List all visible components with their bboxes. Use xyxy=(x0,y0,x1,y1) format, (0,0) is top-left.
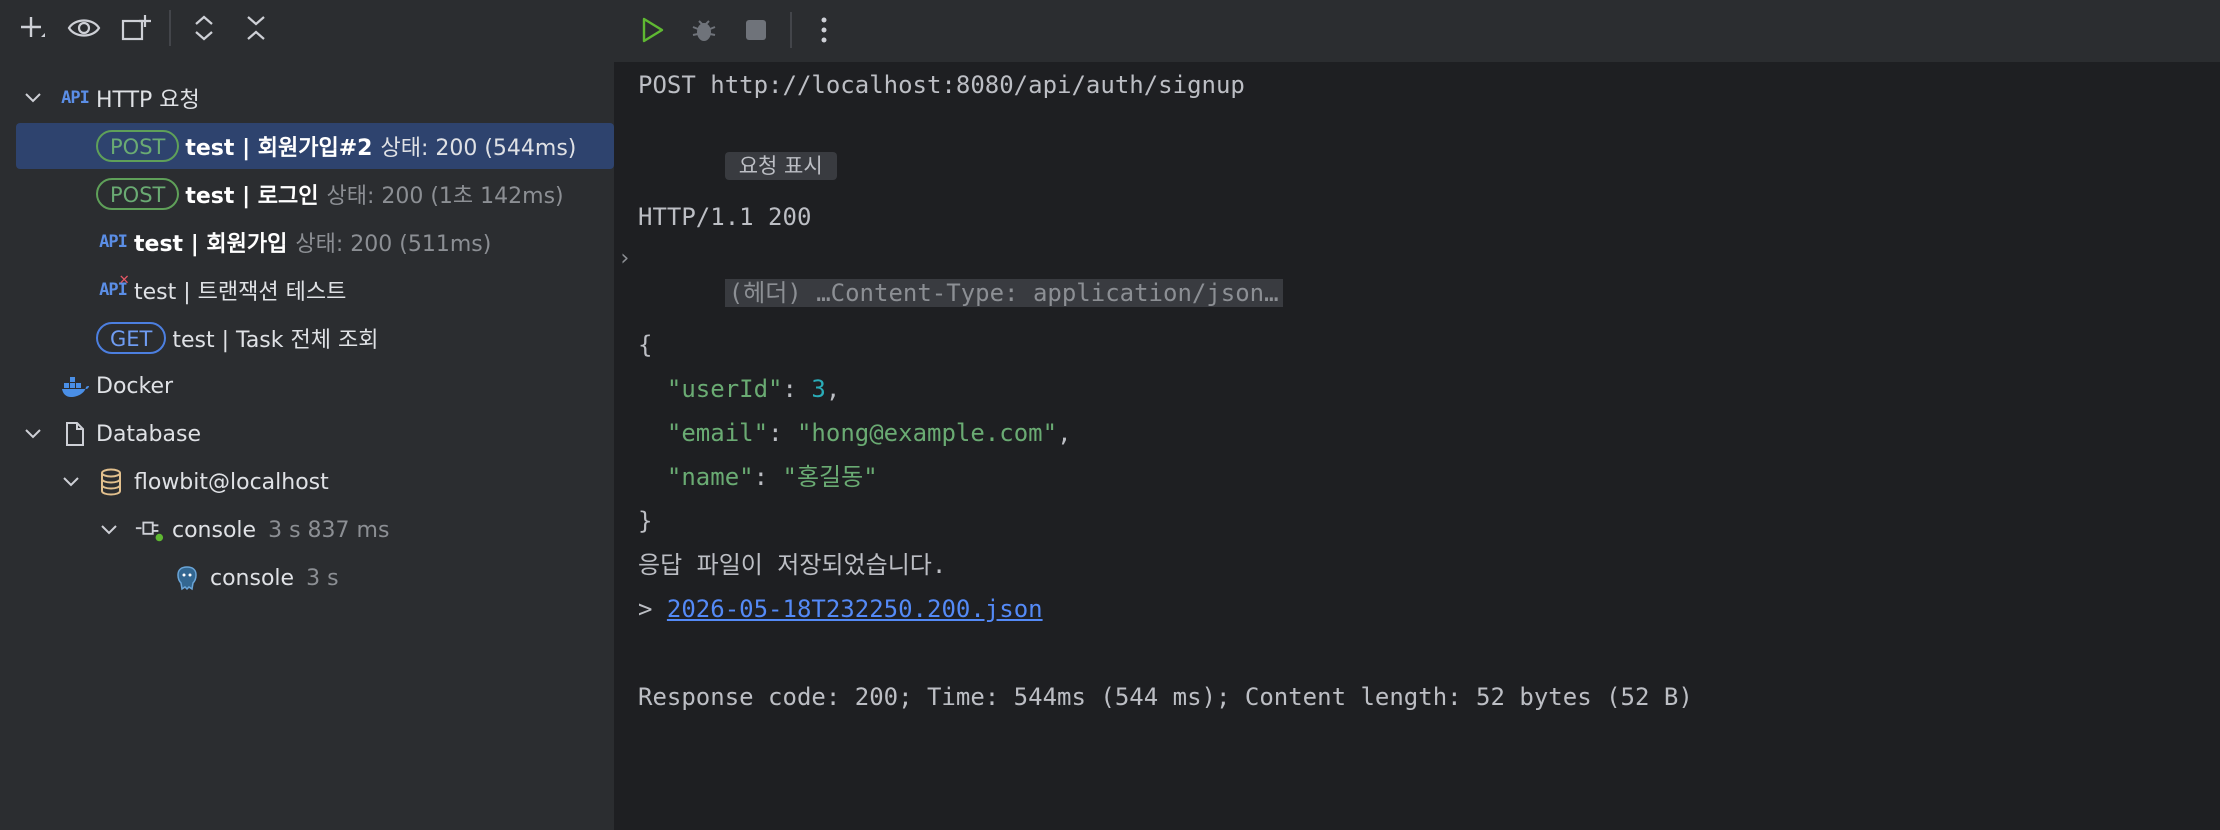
response-summary: Response code: 200; Time: 544ms (544 ms)… xyxy=(638,683,1693,711)
file-icon xyxy=(60,419,90,449)
headers-row[interactable]: (헤더) …Content-Type: application/json… xyxy=(638,242,1283,307)
chevron-down-icon[interactable] xyxy=(22,423,44,445)
json-line-email: "email": "hong@example.com", xyxy=(666,419,1072,447)
request-label: test | 회원가입 상태: 200 (511ms) xyxy=(134,226,491,258)
tree-node-docker[interactable]: Docker xyxy=(0,363,614,409)
tree-node-database[interactable]: Database xyxy=(0,411,614,457)
request-label: POST test | 회원가입#2 상태: 200 (544ms) xyxy=(96,130,576,162)
add-icon[interactable] xyxy=(14,10,50,46)
tree-node-label: Database xyxy=(96,421,201,447)
collapse-all-icon[interactable] xyxy=(238,10,274,46)
stop-icon[interactable] xyxy=(738,12,774,48)
json-open-brace: { xyxy=(638,331,653,359)
services-toolbar xyxy=(0,0,614,56)
tree-node-console-session[interactable]: console 3 s 837 ms xyxy=(0,507,614,553)
status-line: HTTP/1.1 200 xyxy=(638,203,812,231)
response-panel: POST http://localhost:8080/api/auth/sign… xyxy=(614,0,2220,830)
tree-node-label: Docker xyxy=(96,373,174,399)
debug-icon[interactable] xyxy=(686,12,722,48)
chevron-down-icon[interactable] xyxy=(60,471,82,493)
tree-node-label: flowbit@localhost xyxy=(134,469,329,495)
services-panel: API HTTP 요청 POST test | 회원가입#2 상태: 200 (… xyxy=(0,0,614,830)
request-status: 상태: 200 (544ms) xyxy=(380,136,577,161)
request-name: test | 트랜잭션 테스트 xyxy=(134,280,347,305)
tree-node-label: console xyxy=(210,565,295,591)
json-key: "name" xyxy=(666,463,754,491)
toolbar-separator xyxy=(790,12,792,48)
tree-item-request[interactable]: API test | 회원가입 상태: 200 (511ms) xyxy=(0,219,614,265)
session-plug-icon xyxy=(134,515,164,545)
saved-message: 응답 파일이 저장되었습니다. xyxy=(638,551,947,579)
tree-node-datasource[interactable]: flowbit@localhost xyxy=(0,459,614,505)
saved-file-link[interactable]: 2026-05-18T232250.200.json xyxy=(667,595,1043,623)
tree-node-label: HTTP 요청 xyxy=(96,88,200,113)
chevron-down-icon[interactable] xyxy=(98,519,120,541)
tree-node-console[interactable]: console 3 s xyxy=(0,555,614,601)
request-name: test | 로그인 xyxy=(185,184,319,209)
request-label: POST test | 로그인 상태: 200 (1초 142ms) xyxy=(96,178,564,210)
request-status: 상태: 200 (1초 142ms) xyxy=(326,184,564,209)
method-badge-post: POST xyxy=(96,178,180,210)
show-request-button[interactable]: 요청 표시 xyxy=(724,152,837,180)
saved-file-row: > 2026-05-18T232250.200.json xyxy=(638,592,1043,626)
request-label: test | 트랜잭션 테스트 xyxy=(134,274,346,306)
eye-icon[interactable] xyxy=(66,10,102,46)
json-key: "userId" xyxy=(666,375,783,403)
method-badge-get: GET xyxy=(96,322,167,354)
console-session-time: 3 s 837 ms xyxy=(268,517,390,543)
new-window-icon[interactable] xyxy=(118,10,154,46)
expand-all-icon[interactable] xyxy=(186,10,222,46)
request-label: GET test | Task 전체 조회 xyxy=(96,322,378,354)
request-name: test | 회원가입#2 xyxy=(185,136,373,161)
json-line-name: "name": "홍길동" xyxy=(666,463,878,491)
database-icon xyxy=(96,467,126,497)
request-line: POST http://localhost:8080/api/auth/sign… xyxy=(638,71,1245,99)
tree-item-request[interactable]: POST test | 로그인 상태: 200 (1초 142ms) xyxy=(0,171,614,217)
api-error-icon: API ✕ xyxy=(99,269,129,300)
run-toolbar xyxy=(614,0,2220,62)
docker-icon xyxy=(60,371,90,401)
json-line-userid: "userId": 3, xyxy=(666,375,841,403)
tree-node-http-requests[interactable]: API HTTP 요청 xyxy=(0,75,614,121)
headers-collapsed[interactable]: (헤더) …Content-Type: application/json… xyxy=(724,279,1283,307)
json-string: "홍길동" xyxy=(782,463,878,491)
method-badge-post: POST xyxy=(96,130,180,162)
show-request-row: 요청 표시 xyxy=(638,114,837,180)
json-key: "email" xyxy=(666,419,769,447)
console-session-label: console 3 s 837 ms xyxy=(172,518,389,543)
chevron-down-icon[interactable] xyxy=(22,87,44,109)
tree-item-request[interactable]: POST test | 회원가입#2 상태: 200 (544ms) xyxy=(16,123,614,169)
tree-node-label: console xyxy=(172,517,257,543)
console-label: console 3 s xyxy=(210,566,339,591)
request-name: test | Task 전체 조회 xyxy=(172,328,379,353)
json-close-brace: } xyxy=(638,507,653,535)
file-prefix: > xyxy=(638,595,667,623)
json-number: 3 xyxy=(811,375,826,403)
api-icon: API xyxy=(61,88,90,108)
console-time: 3 s xyxy=(306,565,339,591)
more-options-icon[interactable] xyxy=(806,12,842,48)
tree-item-request[interactable]: GET test | Task 전체 조회 xyxy=(0,315,614,361)
request-status: 상태: 200 (511ms) xyxy=(295,232,492,257)
json-string: "hong@example.com" xyxy=(796,419,1058,447)
postgresql-icon xyxy=(172,563,202,593)
toolbar-separator xyxy=(169,10,171,46)
chevron-right-icon[interactable]: › xyxy=(618,246,631,271)
run-icon[interactable] xyxy=(634,12,670,48)
request-name: test | 회원가입 xyxy=(134,232,288,257)
tree-item-request[interactable]: API ✕ test | 트랜잭션 테스트 xyxy=(0,267,614,313)
api-icon: API xyxy=(99,232,128,252)
